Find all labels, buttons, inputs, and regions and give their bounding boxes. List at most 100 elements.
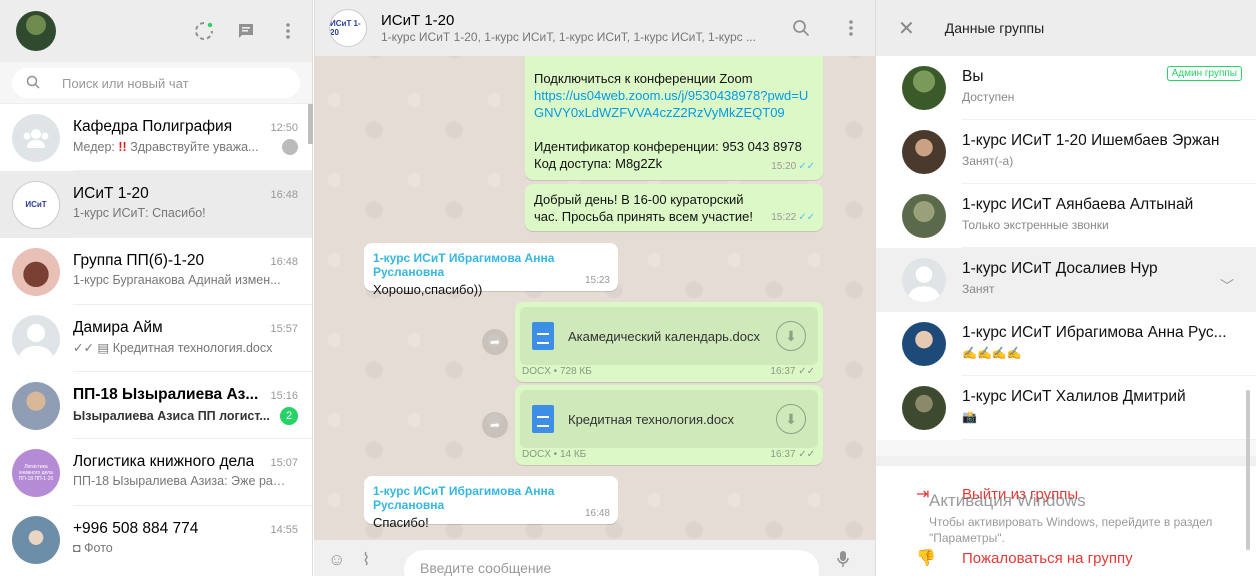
emoji-icon[interactable]: ☺ [328,550,352,570]
preview-text: Здравствуйте уважа... [130,140,259,154]
scrollbar[interactable] [308,104,313,144]
member-name: 1-курс ИСиТ Досалиев Нур [962,260,1158,277]
chat-time: 16:48 [270,256,298,268]
group-info-header: ✕ Данные группы [876,0,1256,56]
close-icon[interactable]: ✕ [898,16,915,41]
chat-time: 15:57 [270,323,298,335]
member-avatar [902,130,946,174]
chat-name: Кафедра Полиграфия [73,118,233,135]
chevron-down-icon[interactable]: ﹀ [1220,276,1234,296]
member-avatar [902,322,946,366]
document-card[interactable]: Акамедический календарь.docx ⬇ [520,307,818,365]
search-icon[interactable] [789,16,813,40]
chat-item-isit[interactable]: ИСиТ ИСиТ 1-20 16:48 1-курс ИСиТ: Спасибо… [0,171,312,238]
scrollbar[interactable] [1246,390,1250,550]
chat-item-kafedra[interactable]: Кафедра Полиграфия 12:50 Медер: !! Здравс… [0,104,312,171]
member-avatar [902,386,946,430]
conversation-header[interactable]: ИСиТ 1-20 ИСиТ 1-20 1-курс ИСиТ 1-20, 1-… [314,0,875,56]
chat-item-damira[interactable]: Дамира Айм 15:57 ✓✓ ▤ Кредитная технологи… [0,305,312,372]
attach-icon[interactable]: ⌇ [362,550,386,570]
message-sender[interactable]: 1-курс ИСиТ Ибрагимова Анна Руслановна [373,251,610,279]
chat-item-phone[interactable]: +996 508 884 774 14:55 ◘ Фото [0,506,312,573]
status-icon[interactable] [192,19,216,43]
conversation-title-block[interactable]: ИСиТ 1-20 1-курс ИСиТ 1-20, 1-курс ИСиТ,… [381,12,763,44]
default-user-avatar [902,258,946,302]
member-status: Занят [962,282,995,296]
member-name: 1-курс ИСиТ Халилов Дмитрий [962,388,1186,405]
chat-item-logistika[interactable]: Логистика книжного дела ПП-18 ПП-1-20 Ло… [0,439,312,506]
report-group-button[interactable]: 👎 Пожаловаться на группу [876,538,1133,576]
read-ticks-icon: ✓✓ [798,449,815,460]
exit-icon: ⇥ [916,486,930,503]
message-sender[interactable]: 1-курс ИСиТ Ибрагимова Анна Руслановна [373,484,610,512]
logistika-avatar: Логистика книжного дела ПП-18 ПП-1-20 [12,448,60,497]
default-user-avatar [12,314,60,363]
chat-body: Дамира Айм 15:57 ✓✓ ▤ Кредитная технологи… [73,305,312,372]
zoom-link[interactable]: https://us04web.zoom.us/j/9530438978?pwd… [534,87,815,121]
chat-item-pp18[interactable]: ПП-18 Ызыралиева Аз... 15:16 Ызыралиева А… [0,372,312,439]
member-name: 1-курс ИСиТ Ибрагимова Анна Рус... [962,324,1227,341]
member-status: ✍✍✍✍ [962,346,1022,360]
search-input[interactable] [62,75,262,91]
message-incoming[interactable]: 1-курс ИСиТ Ибрагимова Анна Руслановна С… [364,476,618,530]
conversation-pane: ИСиТ 1-20 ИСиТ 1-20 1-курс ИСиТ 1-20, 1-… [314,0,875,576]
document-message[interactable]: Кредитная технология.docx ⬇ DOCX • 14 КБ… [515,385,823,465]
chat-item-pp[interactable]: Группа ПП(б)-1-20 16:48 1-курс Бурганаков… [0,238,312,305]
member-row[interactable]: 1-курс ИСиТ Досалиев Нур Занят ﹀ [876,248,1256,312]
forward-icon[interactable]: ➦ [482,412,508,438]
member-row[interactable]: 1-курс ИСиТ Аянбаева Алтынай Только экстр… [876,184,1256,248]
docx-file-icon [532,405,554,433]
member-status: Занят(-а) [962,154,1014,168]
download-icon[interactable]: ⬇ [776,404,806,434]
document-card[interactable]: Кредитная технология.docx ⬇ [520,390,818,448]
exit-group-button[interactable]: ⇥ Выйти из группы [876,474,1078,514]
conversation-title: ИСиТ 1-20 [381,12,455,29]
avatar-text: ИСиТ 1-20 [330,19,361,37]
document-message[interactable]: Акамедический календарь.docx ⬇ DOCX • 72… [515,302,823,382]
message-kurator[interactable]: Добрый день! В 16-00 кураторский час. Пр… [525,184,823,231]
pp18-avatar [12,381,60,430]
chat-preview: ◘ Фото [73,541,113,555]
new-chat-icon[interactable] [234,19,258,43]
chat-time: 15:16 [270,390,298,402]
read-ticks-icon: ✓✓ [798,366,815,377]
member-row[interactable]: 1-курс ИСиТ Халилов Дмитрий 📸 [876,376,1256,440]
my-avatar[interactable] [16,11,56,51]
chat-name: Группа ПП(б)-1-20 [73,252,205,269]
left-header [0,0,312,62]
chat-body: +996 508 884 774 14:55 ◘ Фото [73,506,312,573]
search-bar [0,62,312,104]
search-icon[interactable] [26,75,40,92]
message-time: 15:22 [771,212,797,223]
member-row[interactable]: 1-курс ИСиТ 1-20 Ишембаев Эржан Занят(-а) [876,120,1256,184]
member-name: 1-курс ИСиТ Аянбаева Алтынай [962,196,1194,213]
message-incoming[interactable]: 1-курс ИСиТ Ибрагимова Анна Руслановна Х… [364,243,618,297]
member-row[interactable]: Вы Доступен Админ группы [876,56,1256,120]
member-avatar [902,66,946,110]
message-text: Хорошо,спасибо)) [373,282,483,297]
chat-name: Логистика книжного дела [73,453,255,470]
microphone-icon[interactable] [837,550,861,573]
exclamation: !! [118,140,127,154]
conversation-avatar[interactable]: ИСиТ 1-20 [329,9,367,47]
message-text: Спасибо! [373,515,429,530]
forward-icon[interactable]: ➦ [482,329,508,355]
preview-sender: Медер: [73,140,119,154]
message-time: 16:37 [770,449,796,460]
member-row[interactable]: 1-курс ИСиТ Ибрагимова Анна Рус... ✍✍✍✍ [876,312,1256,376]
message-zoom[interactable]: Подключиться к конференции Zoom https://… [525,44,823,180]
menu-icon[interactable] [839,16,863,40]
message-text: Подключиться к конференции Zoom [534,71,753,86]
thumbs-down-icon: 👎 [916,550,936,567]
message-meta: 16:48 [585,508,610,519]
group-info-pane: ✕ Данные группы Вы Доступен Админ группы 1… [875,0,1256,576]
chat-body: Кафедра Полиграфия 12:50 Медер: !! Здравс… [73,104,312,171]
menu-icon[interactable] [276,19,300,43]
download-icon[interactable]: ⬇ [776,321,806,351]
chat-preview: 1-курс ИСиТ: Спасибо! [73,206,206,220]
message-meta: 15:20 ✓✓ [771,158,815,175]
group-info-title: Данные группы [944,20,1045,36]
chat-time: 12:50 [270,122,298,134]
message-input[interactable]: Введите сообщение [404,550,819,576]
member-list: Вы Доступен Админ группы 1-курс ИСиТ 1-20 … [876,56,1256,440]
